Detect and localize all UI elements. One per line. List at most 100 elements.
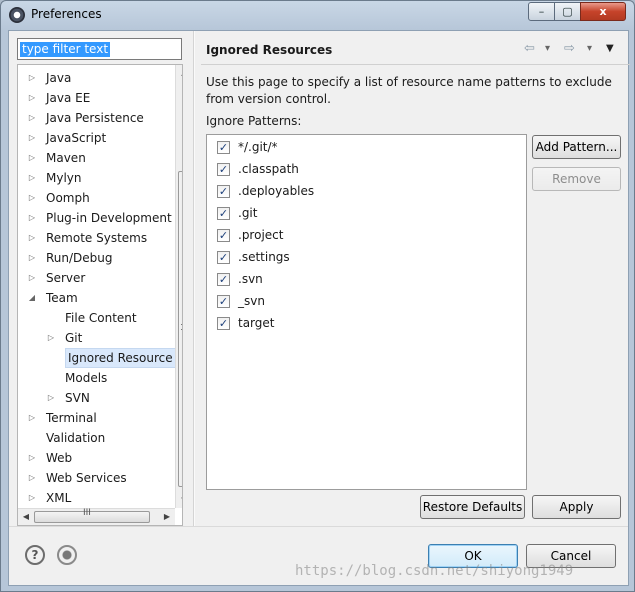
import-export-preferences-icon[interactable] (57, 545, 77, 565)
remove-button[interactable]: Remove (532, 167, 621, 191)
pattern-row[interactable]: ✓ .project (207, 224, 507, 246)
tree-item-label: Terminal (46, 411, 97, 425)
collapsed-twisty-icon[interactable] (26, 428, 38, 448)
collapsed-twisty-icon[interactable]: ▷ (26, 148, 38, 168)
pattern-checkbox[interactable]: ✓ (217, 163, 230, 176)
collapsed-twisty-icon[interactable]: ▷ (26, 408, 38, 428)
collapsed-twisty-icon[interactable]: ▷ (26, 168, 38, 188)
preferences-window: Preferences – ▢ x type filter text ▷ XML ▷… (0, 0, 635, 592)
expanded-twisty-icon[interactable]: ◢ (26, 288, 38, 308)
tree-item-label: Web (46, 451, 73, 465)
pattern-checkbox[interactable]: ✓ (217, 207, 230, 220)
collapsed-twisty-icon[interactable]: ▷ (26, 68, 38, 88)
ignore-patterns-list: ✓ */.git/* ✓ .classpath ✓ .deployables ✓ .git ✓.… (206, 134, 527, 490)
collapsed-twisty-icon[interactable]: ▷ (26, 268, 38, 288)
vertical-scroll-thumb[interactable] (178, 171, 182, 487)
add-pattern-button[interactable]: Add Pattern... (532, 135, 621, 159)
pane-splitter[interactable] (193, 31, 195, 526)
collapsed-twisty-icon[interactable]: ▷ (26, 248, 38, 268)
pattern-row[interactable]: ✓ .svn (207, 268, 507, 290)
forward-menu-chevron-icon[interactable]: ▾ (587, 41, 592, 57)
horizontal-scroll-thumb[interactable]: III (34, 508, 150, 523)
dialog-client-area: type filter text ▷ XML ▷ Web Services ▷ Web Va… (8, 30, 630, 586)
collapsed-twisty-icon[interactable]: ▷ (26, 208, 38, 228)
pattern-row[interactable]: ✓ */.git/* (207, 136, 507, 158)
ignore-patterns-label: Ignore Patterns: (206, 114, 302, 128)
tree-item-label: Java EE (46, 91, 91, 105)
collapsed-twisty-icon[interactable]: ▷ (26, 188, 38, 208)
pattern-label: target (238, 316, 275, 330)
back-menu-chevron-icon[interactable]: ▾ (545, 41, 550, 57)
close-button[interactable]: x (580, 2, 626, 21)
collapsed-twisty-icon[interactable] (45, 348, 57, 368)
pattern-row[interactable]: ✓ .settings (207, 246, 507, 268)
tree-item-label: Ignored Resource (65, 348, 176, 368)
collapsed-twisty-icon[interactable]: ▷ (26, 128, 38, 148)
tree-item-label: Team (46, 291, 78, 305)
view-menu-icon[interactable]: ▼ (606, 41, 614, 57)
collapsed-twisty-icon[interactable]: ▷ (26, 468, 38, 488)
collapsed-twisty-icon[interactable]: ▷ (26, 108, 38, 128)
pattern-row[interactable]: ✓ .git (207, 202, 507, 224)
pattern-row[interactable]: ✓ target (207, 312, 507, 334)
collapsed-twisty-icon[interactable]: ▷ (26, 228, 38, 248)
scroll-up-arrow-icon[interactable]: ▲ (176, 65, 182, 81)
pattern-row[interactable]: ✓ _svn (207, 290, 507, 312)
tree-item-label: SVN (65, 391, 90, 405)
tree-item-label: Java Persistence (46, 111, 144, 125)
pattern-label: .git (238, 206, 258, 220)
back-arrow-icon[interactable]: ⇦ (524, 41, 535, 57)
filter-input[interactable]: type filter text (17, 38, 182, 60)
collapsed-twisty-icon[interactable]: ▷ (45, 388, 57, 408)
pattern-checkbox[interactable]: ✓ (217, 251, 230, 264)
tree-item-label: Oomph (46, 191, 90, 205)
tree-item-label: Maven (46, 151, 86, 165)
collapsed-twisty-icon[interactable]: ▷ (26, 488, 38, 508)
pattern-label: _svn (238, 294, 265, 308)
pattern-checkbox[interactable]: ✓ (217, 295, 230, 308)
tree-item-label: Java (46, 71, 72, 85)
tree-item-label: Plug-in Development (46, 211, 172, 225)
pattern-checkbox[interactable]: ✓ (217, 317, 230, 330)
collapsed-twisty-icon[interactable]: ▷ (45, 328, 57, 348)
pattern-checkbox[interactable]: ✓ (217, 185, 230, 198)
restore-defaults-button[interactable]: Restore Defaults (420, 495, 525, 519)
watermark-text: https://blog.csdn.net/shiyong1949 (295, 563, 574, 579)
pattern-checkbox[interactable]: ✓ (217, 273, 230, 286)
collapsed-twisty-icon[interactable] (45, 368, 57, 388)
tree-item-label: Models (65, 371, 108, 385)
help-icon[interactable]: ? (25, 545, 45, 565)
tree-item-label: JavaScript (46, 131, 107, 145)
collapsed-twisty-icon[interactable]: ▷ (26, 448, 38, 468)
scroll-down-arrow-icon[interactable]: ▼ (176, 492, 182, 508)
tree-horizontal-scrollbar[interactable]: ◀ III ▶ (18, 508, 175, 525)
tree-item-label: Mylyn (46, 171, 82, 185)
pattern-row[interactable]: ✓ .deployables (207, 180, 507, 202)
tree-item-label: XML (46, 491, 72, 505)
tree-vertical-scrollbar[interactable]: ▲ ▼ (175, 65, 182, 508)
title-bar[interactable]: Preferences – ▢ x (1, 1, 634, 29)
pattern-label: */.git/* (238, 140, 278, 154)
horizontal-thumb-grip: III (83, 508, 91, 518)
collapsed-twisty-icon[interactable]: ▷ (26, 88, 38, 108)
page-title: Ignored Resources (206, 43, 333, 57)
pattern-checkbox[interactable]: ✓ (217, 141, 230, 154)
tree-item-label: Web Services (46, 471, 127, 485)
tree-item-label: File Content (65, 311, 137, 325)
collapsed-twisty-icon[interactable] (45, 308, 57, 328)
grip-icon (181, 324, 182, 330)
maximize-button[interactable]: ▢ (554, 2, 581, 21)
pattern-row[interactable]: ✓ .classpath (207, 158, 507, 180)
pattern-label: .deployables (238, 184, 315, 198)
page-description: Use this page to specify a list of resou… (206, 75, 612, 106)
forward-arrow-icon[interactable]: ⇨ (564, 41, 575, 57)
window-title: Preferences (31, 7, 102, 21)
pattern-checkbox[interactable]: ✓ (217, 229, 230, 242)
tree-item-label: Git (65, 331, 83, 345)
tree-item-label: Remote Systems (46, 231, 148, 245)
apply-button[interactable]: Apply (532, 495, 621, 519)
pattern-label: .settings (238, 250, 290, 264)
minimize-button[interactable]: – (528, 2, 555, 21)
scroll-right-arrow-icon[interactable]: ▶ (159, 509, 175, 525)
scroll-left-arrow-icon[interactable]: ◀ (18, 509, 34, 525)
